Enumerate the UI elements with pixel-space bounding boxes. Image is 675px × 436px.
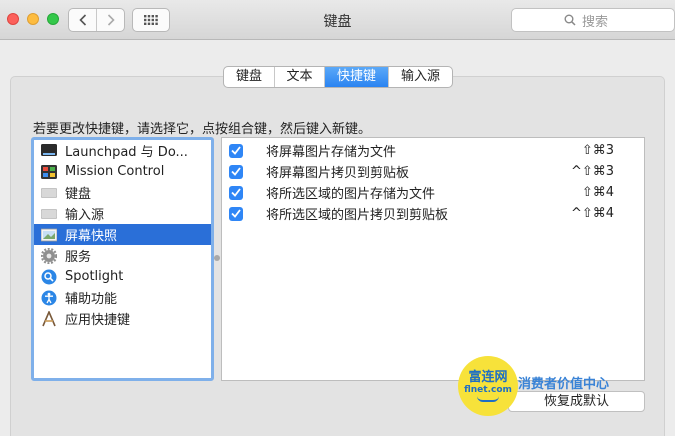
checkmark-icon <box>231 209 241 218</box>
tab-text[interactable]: 文本 <box>274 67 324 87</box>
category-label: 辅助功能 <box>65 292 118 307</box>
tab-shortcuts[interactable]: 快捷键 <box>324 67 388 87</box>
watermark-logo-text: 富连网 <box>468 369 508 385</box>
shortcut-label: 将屏幕图片拷贝到剪贴板 <box>266 166 410 181</box>
title-bar: 键盘 搜索 <box>0 0 675 40</box>
category-spotlight[interactable]: Spotlight <box>34 266 211 287</box>
screenshot-icon <box>41 227 57 243</box>
category-services[interactable]: 服务 <box>34 245 211 266</box>
grid-icon <box>144 15 158 25</box>
search-icon <box>564 14 576 26</box>
category-label: 输入源 <box>65 208 105 223</box>
keyboard-icon <box>41 185 57 201</box>
restore-defaults-button[interactable]: 恢复成默认 <box>508 391 645 412</box>
category-screenshots[interactable]: 屏幕快照 <box>34 224 211 245</box>
forward-button[interactable] <box>96 9 124 31</box>
zoom-window-button[interactable] <box>47 13 59 25</box>
shortcut-list[interactable]: 将屏幕图片存储为文件 ⇧⌘3 将屏幕图片拷贝到剪贴板 ^⇧⌘3 将所选区域的图片… <box>221 137 645 381</box>
category-launchpad[interactable]: Launchpad 与 Do... <box>34 140 211 161</box>
tab-input-sources[interactable]: 输入源 <box>388 67 452 87</box>
input-source-icon <box>41 206 57 222</box>
mission-control-icon <box>41 164 57 180</box>
services-gear-icon <box>41 247 57 264</box>
shortcut-label: 将所选区域的图片拷贝到剪贴板 <box>266 208 449 223</box>
category-mission-control[interactable]: Mission Control <box>34 161 211 182</box>
spotlight-icon <box>41 269 57 285</box>
category-label: 键盘 <box>65 187 92 202</box>
minimize-window-button[interactable] <box>27 13 39 25</box>
category-list[interactable]: Launchpad 与 Do... Mission Control 键盘 输入源… <box>31 137 214 381</box>
category-app-shortcuts[interactable]: 应用快捷键 <box>34 308 211 329</box>
watermark-logo: 富连网 flnet.com <box>458 356 518 416</box>
shortcut-checkbox[interactable] <box>229 143 243 158</box>
category-label: Launchpad 与 Do... <box>65 145 188 160</box>
split-view-handle[interactable] <box>214 255 220 261</box>
shortcut-row[interactable]: 将所选区域的图片拷贝到剪贴板 ^⇧⌘4 <box>222 203 644 224</box>
show-all-button[interactable] <box>132 8 170 32</box>
category-label: 应用快捷键 <box>65 313 131 328</box>
shortcut-checkbox[interactable] <box>229 185 243 200</box>
category-accessibility[interactable]: 辅助功能 <box>34 287 211 308</box>
shortcut-keys[interactable]: ⇧⌘4 <box>582 185 614 200</box>
shortcut-label: 将屏幕图片存储为文件 <box>266 145 397 160</box>
category-label: 服务 <box>65 250 92 265</box>
chevron-left-icon <box>78 14 86 26</box>
watermark-logo-domain: flnet.com <box>464 384 512 395</box>
checkmark-icon <box>231 167 241 176</box>
shortcut-label: 将所选区域的图片存储为文件 <box>266 187 436 202</box>
shortcut-keys[interactable]: ⇧⌘3 <box>582 143 614 158</box>
shortcut-row[interactable]: 将屏幕图片存储为文件 ⇧⌘3 <box>222 140 644 161</box>
watermark-slogan: 消费者价值中心 <box>518 377 610 392</box>
nav-buttons <box>68 8 125 32</box>
category-label: 屏幕快照 <box>65 229 118 244</box>
tab-bar: 键盘 文本 快捷键 输入源 <box>223 66 453 88</box>
search-field[interactable]: 搜索 <box>511 8 675 32</box>
accessibility-icon <box>41 290 57 306</box>
category-label: Spotlight <box>65 269 124 284</box>
shortcut-checkbox[interactable] <box>229 206 243 221</box>
search-placeholder: 搜索 <box>582 14 609 30</box>
shortcut-row[interactable]: 将所选区域的图片存储为文件 ⇧⌘4 <box>222 182 644 203</box>
tab-keyboard[interactable]: 键盘 <box>224 67 274 87</box>
shortcut-row[interactable]: 将屏幕图片拷贝到剪贴板 ^⇧⌘3 <box>222 161 644 182</box>
category-keyboard[interactable]: 键盘 <box>34 182 211 203</box>
chevron-right-icon <box>107 14 115 26</box>
close-window-button[interactable] <box>7 13 19 25</box>
checkmark-icon <box>231 146 241 155</box>
watermark-smile-icon <box>477 396 499 402</box>
instruction-text: 若要更改快捷键，请选择它，点按组合键，然后键入新键。 <box>33 122 372 137</box>
category-label: Mission Control <box>65 164 165 179</box>
launchpad-icon <box>41 143 57 159</box>
shortcut-keys[interactable]: ^⇧⌘4 <box>571 206 614 221</box>
app-shortcuts-icon <box>41 310 57 327</box>
category-input-sources[interactable]: 输入源 <box>34 203 211 224</box>
shortcut-checkbox[interactable] <box>229 164 243 179</box>
shortcut-keys[interactable]: ^⇧⌘3 <box>571 164 614 179</box>
back-button[interactable] <box>69 9 96 31</box>
checkmark-icon <box>231 188 241 197</box>
